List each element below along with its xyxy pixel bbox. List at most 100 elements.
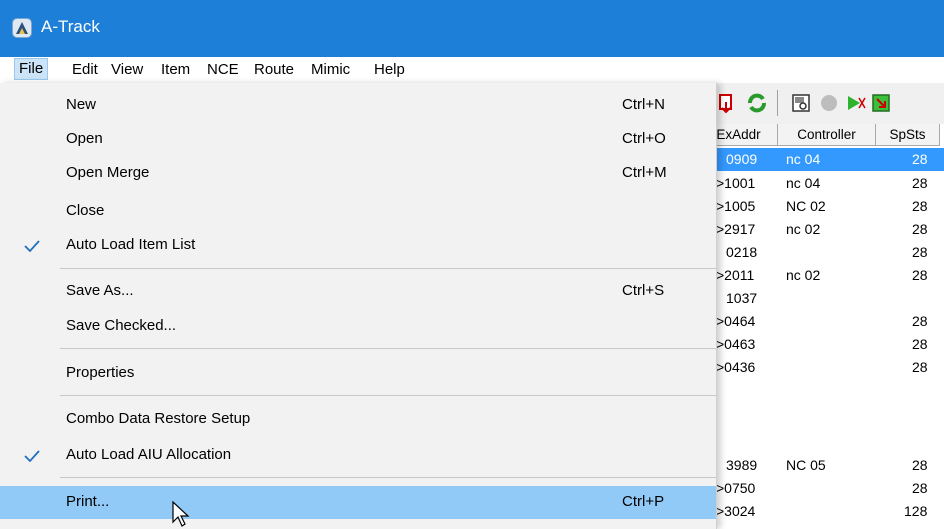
cell-exaddr: 3989 — [726, 457, 758, 473]
cell-spsts: 28 — [912, 151, 928, 167]
window-title: A-Track — [41, 17, 100, 36]
menu-item-close[interactable]: Close — [0, 195, 716, 228]
mouse-cursor-icon — [172, 500, 190, 527]
cell-exaddr: >0436 — [716, 359, 756, 375]
menu-item-combo-data-restore-setup[interactable]: Combo Data Restore Setup — [0, 403, 716, 436]
menu-item-properties[interactable]: Properties — [0, 357, 716, 390]
table-row[interactable]: >2917 nc 02 28 — [700, 218, 944, 241]
cell-spsts: 28 — [912, 175, 928, 191]
menu-item-new[interactable]: New Ctrl+N — [0, 89, 716, 122]
menu-item-open-merge[interactable]: Open Merge Ctrl+M — [0, 157, 716, 190]
cell-controller: NC 02 — [786, 198, 826, 214]
menu-item-save-checked[interactable]: Save Checked... — [0, 310, 716, 343]
menu-mimic[interactable]: Mimic — [311, 61, 350, 79]
checkmark-icon — [24, 450, 40, 463]
menu-item-shortcut: Ctrl+P — [622, 493, 665, 510]
title-bar: A-Track — [0, 0, 944, 57]
red-copy-icon[interactable] — [716, 92, 738, 114]
cell-spsts: 28 — [912, 221, 928, 237]
cell-exaddr: 0218 — [726, 244, 758, 260]
menu-item-label: Open — [66, 130, 103, 147]
item-grid: ExAddr Controller SpSts 0909 nc 04 28 >1… — [700, 124, 944, 529]
menu-item-label: Print... — [66, 493, 110, 510]
table-row[interactable]: 3989 NC 05 28 — [700, 454, 944, 477]
menu-item-shortcut: Ctrl+M — [622, 164, 667, 181]
cell-exaddr: >0463 — [716, 336, 756, 352]
menu-route[interactable]: Route — [254, 61, 294, 79]
properties-icon[interactable] — [790, 92, 812, 114]
gray-stop-icon[interactable] — [818, 92, 840, 114]
menu-separator — [60, 395, 716, 396]
menu-item-shortcut: Ctrl+S — [622, 282, 665, 299]
cell-exaddr: >1005 — [716, 198, 756, 214]
table-row[interactable]: >0750 28 — [700, 477, 944, 500]
menu-item-label: Save As... — [66, 282, 134, 299]
menu-item-shortcut: Ctrl+N — [622, 96, 665, 113]
menu-file[interactable]: File — [14, 58, 49, 80]
menu-help[interactable]: Help — [374, 61, 405, 79]
table-row[interactable]: 1037 — [700, 287, 944, 310]
cell-exaddr: >2917 — [716, 221, 756, 237]
green-exit-icon[interactable] — [870, 92, 892, 114]
menu-item-label: Save Checked... — [66, 317, 177, 334]
menu-nce[interactable]: NCE — [207, 61, 239, 79]
menu-item-save-as[interactable]: Save As... Ctrl+S — [0, 275, 716, 308]
menu-separator — [60, 268, 716, 269]
menu-item-label: Auto Load Item List — [66, 236, 196, 253]
file-menu-dropdown: New Ctrl+N Open Ctrl+O Open Merge Ctrl+M… — [0, 83, 717, 529]
menu-view[interactable]: View — [111, 61, 143, 79]
cell-controller: nc 02 — [786, 221, 821, 237]
toolbar — [700, 84, 944, 124]
cell-controller: nc 04 — [786, 175, 821, 191]
menu-item-auto-load-item-list[interactable]: Auto Load Item List — [0, 229, 716, 262]
cell-exaddr: >3024 — [716, 503, 756, 519]
green-flag-icon[interactable] — [845, 92, 867, 114]
column-header-controller[interactable]: Controller — [778, 124, 876, 146]
table-row[interactable]: >2011 nc 02 28 — [700, 264, 944, 287]
cell-exaddr: >0464 — [716, 313, 756, 329]
table-row[interactable]: >0463 28 — [700, 333, 944, 356]
checkmark-icon — [24, 240, 40, 253]
menu-item-label: New — [66, 96, 97, 113]
menu-item-open[interactable]: Open Ctrl+O — [0, 123, 716, 156]
cell-controller: nc 02 — [786, 267, 821, 283]
menu-item-print[interactable]: Print... Ctrl+P — [0, 486, 716, 519]
green-refresh-icon[interactable] — [746, 92, 768, 114]
menu-item-label: Open Merge — [66, 164, 150, 181]
cell-spsts: 28 — [912, 480, 928, 496]
table-row[interactable]: >1001 nc 04 28 — [700, 172, 944, 195]
menu-item-label: Combo Data Restore Setup — [66, 410, 251, 427]
menu-item-shortcut: Ctrl+O — [622, 130, 666, 147]
menu-separator — [60, 348, 716, 349]
cell-spsts: 28 — [912, 359, 928, 375]
cell-spsts: 28 — [912, 313, 928, 329]
menu-bar: File Edit View Item NCE Route Mimic Help — [0, 57, 944, 84]
table-row[interactable]: >0436 28 — [700, 356, 944, 379]
cell-spsts: 128 — [904, 503, 928, 519]
table-row[interactable] — [700, 379, 944, 402]
app-icon — [12, 18, 32, 38]
table-row[interactable]: >1005 NC 02 28 — [700, 195, 944, 218]
cell-spsts: 28 — [912, 267, 928, 283]
menu-item[interactable]: Item — [161, 61, 190, 79]
toolbar-separator — [777, 90, 778, 116]
cell-controller: nc 04 — [786, 151, 821, 167]
menu-item-auto-load-aiu-allocation[interactable]: Auto Load AIU Allocation — [0, 439, 716, 472]
cell-spsts: 28 — [912, 457, 928, 473]
menu-item-label: Close — [66, 202, 105, 219]
table-row[interactable]: >0464 28 — [700, 310, 944, 333]
menu-edit[interactable]: Edit — [72, 61, 98, 79]
cell-spsts: 28 — [912, 198, 928, 214]
cell-controller: NC 05 — [786, 457, 826, 473]
cell-exaddr: 0909 — [726, 151, 758, 167]
table-row[interactable]: >3024 128 — [700, 500, 944, 523]
menu-separator — [60, 477, 716, 478]
menu-item-label: Properties — [66, 364, 135, 381]
cell-exaddr: 1037 — [726, 290, 758, 306]
table-row[interactable]: 0218 28 — [700, 241, 944, 264]
menu-item-label: Auto Load AIU Allocation — [66, 446, 232, 463]
cell-exaddr: >0750 — [716, 480, 756, 496]
table-row[interactable]: 0909 nc 04 28 — [700, 148, 944, 171]
column-header-spsts[interactable]: SpSts — [876, 124, 940, 146]
cell-exaddr: >1001 — [716, 175, 756, 191]
